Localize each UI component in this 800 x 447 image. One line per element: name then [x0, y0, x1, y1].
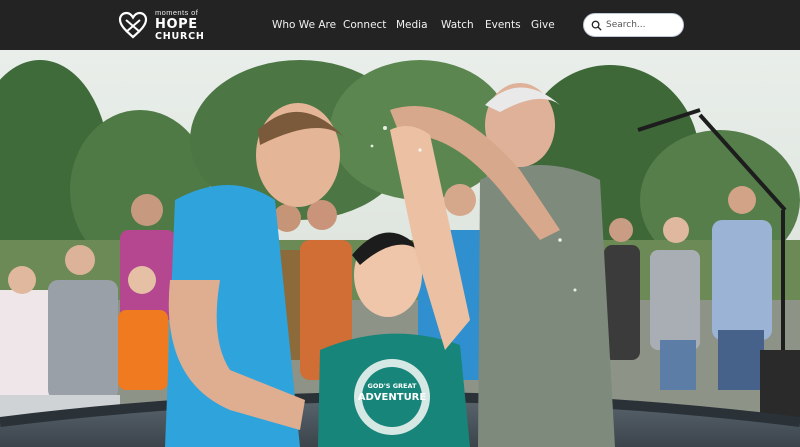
- nav-connect[interactable]: Connect: [343, 19, 386, 31]
- logo-hope: HOPE: [155, 16, 198, 32]
- nav-media[interactable]: Media: [396, 19, 428, 31]
- logo-tagline: moments of: [155, 8, 199, 17]
- site-header: moments of HOPE CHURCH Who We Are Connec…: [0, 0, 800, 50]
- nav-who-we-are[interactable]: Who We Are: [272, 19, 336, 31]
- logo-church: CHURCH: [155, 30, 205, 42]
- hero-photo: GOD'S GREAT ADVENTURE: [0, 50, 800, 447]
- heart-knot-logo-icon: [118, 11, 148, 39]
- church-logo[interactable]: moments of HOPE CHURCH: [117, 7, 205, 43]
- search-input[interactable]: [606, 20, 686, 30]
- nav-events[interactable]: Events: [485, 19, 521, 31]
- search-box[interactable]: [583, 13, 686, 37]
- shirt-text-top: GOD'S GREAT: [368, 382, 417, 390]
- search-icon: [591, 20, 602, 31]
- shirt-text-main: ADVENTURE: [358, 392, 427, 403]
- baptism-photo: GOD'S GREAT ADVENTURE: [0, 50, 800, 447]
- nav-watch[interactable]: Watch: [441, 19, 474, 31]
- nav-give[interactable]: Give: [531, 19, 555, 31]
